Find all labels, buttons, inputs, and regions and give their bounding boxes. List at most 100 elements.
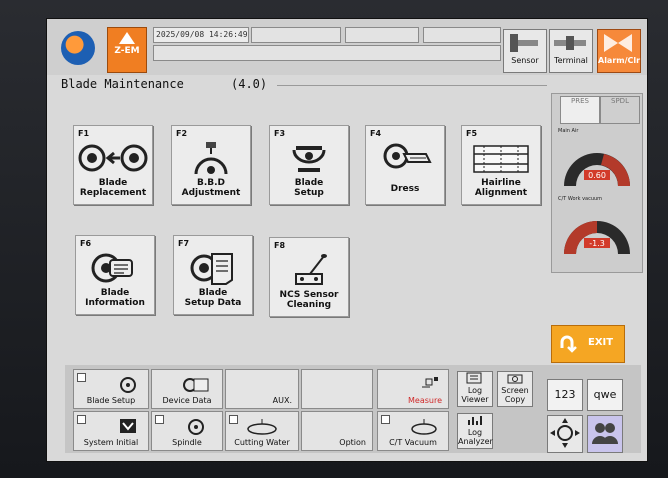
spdl-tab-label: SPDL	[611, 97, 629, 105]
blade-replacement-icon	[78, 144, 148, 172]
terminal-icon	[554, 36, 586, 50]
blade-setup-menu-label: Blade Setup	[86, 396, 136, 405]
aux-label: AUX.	[272, 396, 292, 405]
alarm-label: Alarm/Clr	[598, 56, 641, 65]
system-initial-label: System Initial	[83, 438, 139, 447]
title-divider	[277, 85, 547, 86]
status-panel: PRES SPDL Main Air 0.60 C/T Work vacuum …	[551, 93, 643, 273]
f3-blade-setup-button[interactable]: F3 Blade Setup	[269, 125, 349, 205]
bbd-adjustment-icon	[194, 142, 228, 175]
f5-label-line2: Alignment	[474, 188, 528, 198]
message-bar	[153, 45, 501, 61]
f2-key-label: F2	[176, 129, 188, 138]
f6-blade-information-button[interactable]: F6 Blade Information	[75, 235, 155, 315]
blade-setup-data-icon	[190, 253, 233, 285]
cutting-water-button[interactable]: Cutting Water	[225, 411, 299, 451]
log-viewer-icon	[466, 372, 482, 384]
f2-bbd-adjustment-button[interactable]: F2 B.B.D Adjustment	[171, 125, 251, 205]
f4-key-label: F4	[370, 129, 382, 138]
spdl-tab[interactable]: SPDL	[600, 96, 640, 124]
f5-key-label: F5	[466, 129, 478, 138]
main-air-gauge: 0.60	[564, 153, 630, 186]
log-analyzer-icon	[468, 416, 482, 425]
ct-vacuum-gauge: -1.3	[564, 221, 630, 254]
alarm-icon	[604, 34, 632, 52]
ct-vacuum-label: C/T Vacuum	[389, 438, 437, 447]
blank-slot-button[interactable]	[301, 369, 373, 409]
device-data-label: Device Data	[162, 396, 212, 405]
f7-key-label: F7	[178, 239, 190, 248]
f8-ncs-sensor-cleaning-button[interactable]: F8 NCS Sensor Cleaning	[269, 237, 349, 317]
ct-vacuum-button[interactable]: C/T Vacuum	[377, 411, 449, 451]
f4-label-line1: Dress	[390, 184, 420, 194]
option-button[interactable]: Option	[301, 411, 373, 451]
gauge1-value: 0.60	[588, 171, 606, 180]
direction-pad-icon	[550, 418, 580, 448]
system-initial-button[interactable]: System Initial	[73, 411, 149, 451]
option-label: Option	[339, 438, 366, 447]
log-analyzer-button[interactable]: Log Analyzer	[457, 413, 493, 449]
measure-label: Measure	[408, 396, 442, 405]
navigation-pad-button[interactable]	[547, 415, 583, 453]
f3-label-line1: Blade	[294, 178, 324, 188]
screen-copy-button[interactable]: Screen Copy	[497, 371, 533, 407]
terminal-button[interactable]: Terminal	[549, 29, 593, 73]
page-title: Blade Maintenance	[61, 77, 184, 91]
pres-tab-label: PRES	[571, 97, 589, 105]
f7-blade-setup-data-button[interactable]: F7 Blade Setup Data	[173, 235, 253, 315]
f7-label-line2: Setup Data	[184, 298, 242, 308]
z-em-button[interactable]: Z-EM	[107, 27, 147, 73]
f8-label-line1: NCS Sensor	[279, 290, 339, 300]
hairline-alignment-icon	[473, 145, 529, 173]
f8-label-line2: Cleaning	[286, 300, 332, 310]
ncs-sensor-cleaning-icon	[295, 254, 327, 285]
f8-key-label: F8	[274, 241, 286, 250]
datetime-display: 2025/09/08 14:26:49	[153, 27, 249, 43]
f1-label-line1: Blade	[98, 178, 128, 188]
f5-label-line1: Hairline	[481, 178, 521, 188]
f3-key-label: F3	[274, 129, 286, 138]
blade-setup-menu-button[interactable]: Blade Setup	[73, 369, 149, 409]
log-viewer-label: Log Viewer	[461, 386, 489, 404]
numeric-keypad-button[interactable]: 123	[547, 379, 583, 411]
exit-label: EXIT	[588, 337, 614, 348]
blade-setup-menu-icon	[120, 377, 136, 393]
spindle-icon	[188, 419, 204, 435]
f6-label-line1: Blade	[100, 288, 130, 298]
f6-label-line2: Information	[85, 298, 145, 308]
spindle-button[interactable]: Spindle	[151, 411, 223, 451]
operator-button[interactable]	[587, 415, 623, 453]
f6-key-label: F6	[80, 239, 92, 248]
sensor-icon	[510, 34, 538, 52]
f4-dress-button[interactable]: F4 Dress	[365, 125, 445, 205]
up-arrow-icon	[119, 32, 135, 44]
exit-u-turn-icon	[560, 335, 577, 353]
f2-label-line1: B.B.D	[196, 178, 226, 188]
blade-setup-icon	[292, 146, 326, 172]
exit-button[interactable]: EXIT	[551, 325, 625, 363]
device-data-button[interactable]: Device Data	[151, 369, 223, 409]
aux-button[interactable]: AUX.	[225, 369, 299, 409]
qwerty-keyboard-button[interactable]: qwe	[587, 379, 623, 411]
machine-logo-icon[interactable]	[61, 31, 95, 65]
blade-information-icon	[91, 253, 133, 283]
z-em-label: Z-EM	[114, 46, 140, 56]
sensor-button[interactable]: Sensor	[503, 29, 547, 73]
device-data-icon	[183, 378, 209, 392]
measure-icon	[422, 377, 438, 388]
spindle-label: Spindle	[172, 438, 202, 447]
alarm-clear-button[interactable]: Alarm/Clr	[597, 29, 641, 73]
hmi-screen: Z-EM 2025/09/08 14:26:49 Sensor Terminal…	[46, 18, 648, 462]
pres-tab[interactable]: PRES	[560, 96, 600, 124]
f1-blade-replacement-button[interactable]: F1 Blade Replacement	[73, 125, 153, 205]
f2-label-line2: Adjustment	[181, 188, 241, 198]
operators-icon	[592, 423, 618, 444]
log-viewer-button[interactable]: Log Viewer	[457, 371, 493, 407]
system-initial-icon	[120, 419, 136, 433]
screen-copy-label: Screen Copy	[501, 386, 529, 404]
status-box-3	[423, 27, 501, 43]
ct-vacuum-icon	[411, 419, 437, 435]
measure-button[interactable]: Measure	[377, 369, 449, 409]
f5-hairline-alignment-button[interactable]: F5 Hairline Alignment	[461, 125, 541, 205]
f7-label-line1: Blade	[198, 288, 228, 298]
